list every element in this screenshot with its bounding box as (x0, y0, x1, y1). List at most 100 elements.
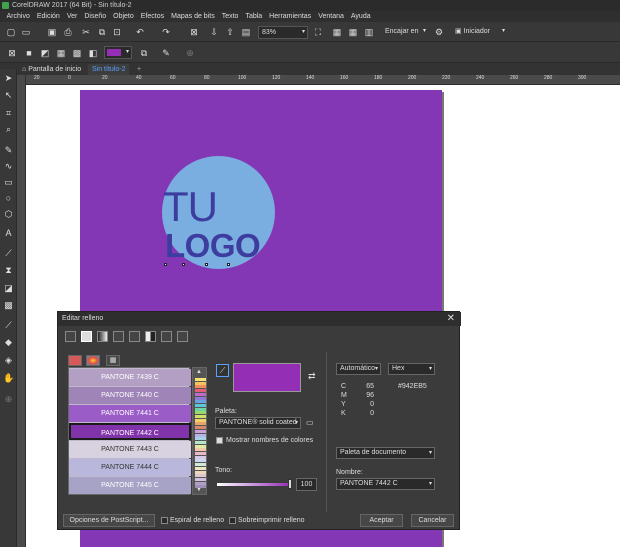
fountain-fill-icon[interactable]: ◩ (39, 47, 51, 59)
publish-pdf-icon[interactable]: ▤ (240, 26, 252, 38)
fill-color-picker[interactable]: ▾ (104, 46, 132, 59)
texture-fill-type-icon[interactable] (161, 331, 172, 342)
copy-fill-icon[interactable]: ⧉ (138, 47, 150, 59)
color-viewers-tab-icon[interactable] (68, 355, 82, 366)
menu-ver[interactable]: Ver (63, 11, 81, 22)
zoom-level-select[interactable]: 83% ▾ (258, 26, 308, 39)
menu-ayuda[interactable]: Ayuda (347, 11, 374, 22)
redo-icon[interactable]: ↷ (160, 26, 172, 38)
bitmap-pattern-type-icon[interactable] (129, 331, 140, 342)
paste-icon[interactable]: ⊡ (111, 26, 123, 38)
pan-tool-icon[interactable]: ✋ (3, 373, 14, 384)
palette-color-chip[interactable] (195, 422, 206, 426)
palette-color-chip[interactable] (195, 433, 206, 437)
palette-color-chip[interactable] (195, 470, 206, 474)
tint-value-input[interactable]: 100 (296, 478, 317, 491)
undo-icon[interactable]: ↶ (134, 26, 146, 38)
color-palettes-tab-icon[interactable]: ▦ (106, 355, 120, 366)
palette-color-chip[interactable] (195, 440, 206, 444)
menu-edicion[interactable]: Edición (33, 11, 63, 22)
menu-texto[interactable]: Texto (218, 11, 242, 22)
artistic-media-icon[interactable]: ∿ (3, 161, 14, 172)
color-swatch-item[interactable]: PANTONE 7442 C (69, 423, 191, 440)
tab-untitled-2[interactable]: Sin título-2 (88, 64, 130, 75)
palette-color-chip[interactable] (195, 426, 206, 430)
grid-icon[interactable]: ▦ (347, 26, 359, 38)
polygon-tool-icon[interactable]: ⬡ (3, 209, 14, 220)
selection-node[interactable] (182, 263, 185, 266)
cancel-button[interactable]: Cancelar (411, 514, 454, 527)
freehand-tool-icon[interactable]: ✎ (3, 145, 14, 156)
full-screen-icon[interactable]: ⛶ (312, 26, 324, 38)
add-tool-icon[interactable]: ⊕ (3, 394, 14, 405)
color-swatch-item[interactable]: PANTONE 7440 C (69, 387, 191, 404)
logo-text-logo[interactable]: LOGO (165, 228, 265, 264)
uniform-fill-type-icon[interactable] (81, 331, 92, 342)
winding-fill-checkbox[interactable] (161, 517, 168, 524)
postscript-fill-type-icon[interactable] (177, 331, 188, 342)
color-swatch-item[interactable]: PANTONE 7445 C (69, 477, 191, 494)
selection-node[interactable] (205, 263, 208, 266)
open-palette-folder-icon[interactable]: ▭ (306, 418, 314, 427)
palette-select[interactable]: PANTONE® solid coated ▾ (215, 417, 301, 429)
snap-to-menu[interactable]: Encajar en ▾ (382, 26, 428, 39)
palette-color-chip[interactable] (195, 429, 206, 433)
color-swatch-item[interactable]: PANTONE 7444 C (69, 459, 191, 476)
palette-color-chip[interactable] (195, 381, 206, 385)
vector-pattern-type-icon[interactable] (113, 331, 124, 342)
palette-color-chip[interactable] (195, 403, 206, 407)
menu-ventana[interactable]: Ventana (315, 11, 348, 22)
ok-button[interactable]: Aceptar (360, 514, 403, 527)
application-launcher[interactable]: ▣ Iniciador ▾ (452, 26, 507, 39)
close-icon[interactable]: ✕ (447, 312, 455, 326)
palette-color-chip[interactable] (195, 481, 206, 485)
selection-node[interactable] (227, 263, 230, 266)
shape-tool-icon[interactable]: ↖ (3, 90, 14, 101)
tint-slider[interactable] (217, 483, 290, 486)
swap-colors-icon[interactable]: ⇄ (308, 371, 316, 382)
copy-icon[interactable]: ⧉ (96, 26, 108, 38)
palette-color-chip[interactable] (195, 418, 206, 422)
add-icon[interactable]: ⊕ (184, 47, 196, 59)
smart-fill-icon[interactable]: ◈ (3, 355, 14, 366)
blend-tool-icon[interactable]: ⧗ (3, 265, 14, 276)
menu-herramientas[interactable]: Herramientas (266, 11, 315, 22)
search-content-icon[interactable]: ⊠ (188, 26, 200, 38)
save-icon[interactable]: ▣ (46, 26, 58, 38)
shadow-tool-icon[interactable]: ◪ (3, 283, 14, 294)
palette-color-chip[interactable] (195, 378, 206, 381)
pick-tool-icon[interactable]: ➤ (3, 73, 14, 84)
logo-text-tu[interactable]: TU (163, 186, 233, 228)
interactive-fill-icon[interactable]: ◆ (3, 337, 14, 348)
new-tab-plus-icon[interactable]: + (133, 64, 145, 75)
open-folder-icon[interactable]: ▭ (20, 26, 32, 38)
palette-color-chip[interactable] (195, 474, 206, 478)
palette-color-chip[interactable] (195, 463, 206, 467)
color-swatch-item[interactable]: PANTONE 7441 C (69, 405, 191, 422)
menu-diseno[interactable]: Diseño (81, 11, 110, 22)
document-palette-select[interactable]: Paleta de documento ▾ (336, 447, 435, 459)
text-tool-icon[interactable]: A (3, 228, 14, 239)
menu-archivo[interactable]: Archivo (3, 11, 33, 22)
menu-mapas-de-bits[interactable]: Mapas de bits (168, 11, 219, 22)
color-model-select[interactable]: Automático ▾ (336, 363, 381, 375)
cut-icon[interactable]: ✂ (80, 26, 92, 38)
show-names-checkbox[interactable] (216, 437, 223, 444)
scroll-up-icon[interactable]: ▲ (196, 369, 202, 375)
pattern-fill-icon[interactable]: ▦ (55, 47, 67, 59)
palette-color-chip[interactable] (195, 396, 206, 400)
export-icon[interactable]: ⇧ (224, 26, 236, 38)
palette-strip[interactable]: ▲ ▼ (192, 367, 207, 495)
edit-fill-icon[interactable]: ✎ (160, 47, 172, 59)
import-icon[interactable]: ⇩ (208, 26, 220, 38)
no-fill-type-icon[interactable] (65, 331, 76, 342)
palette-color-chip[interactable] (195, 466, 206, 470)
fountain-fill-type-icon[interactable] (97, 331, 108, 342)
palette-color-chip[interactable] (195, 452, 206, 455)
print-icon[interactable]: ⎙ (62, 26, 74, 38)
palette-color-chip[interactable] (195, 389, 206, 393)
color-name-select[interactable]: PANTONE 7442 C ▾ (336, 478, 435, 490)
color-harmonies-tab-icon[interactable] (86, 355, 100, 366)
palette-color-chip[interactable] (195, 459, 206, 463)
palette-color-chip[interactable] (195, 392, 206, 396)
